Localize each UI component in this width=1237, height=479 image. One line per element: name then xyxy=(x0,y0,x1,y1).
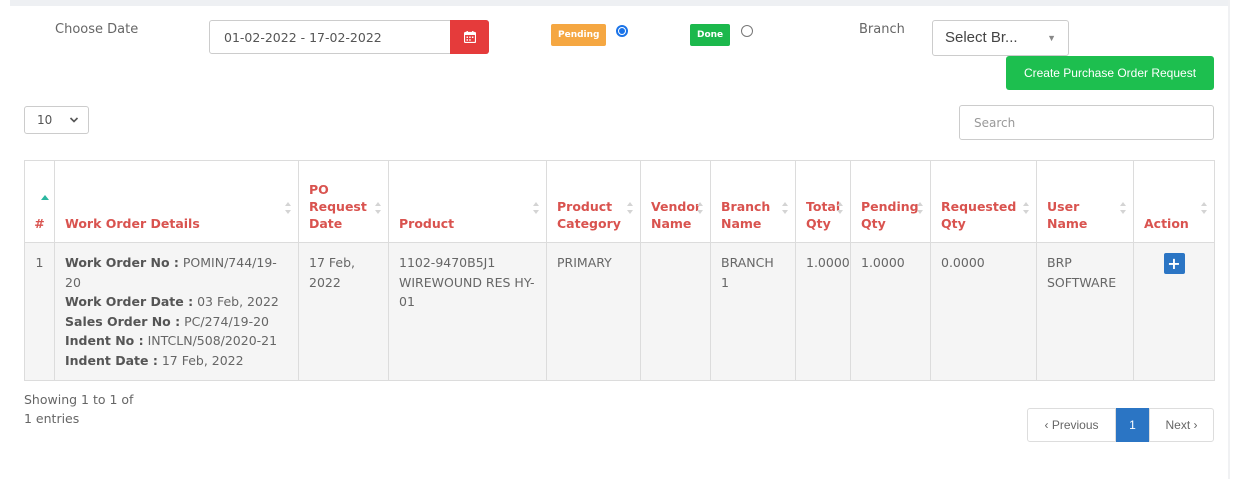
cell-pending-qty: 1.0000 xyxy=(850,242,931,381)
create-purchase-order-request-button[interactable]: Create Purchase Order Request xyxy=(1006,56,1214,90)
col-header-vendor-name[interactable]: Vendor Name xyxy=(640,160,711,243)
choose-date-label: Choose Date xyxy=(55,22,139,37)
pending-radio[interactable] xyxy=(616,25,628,37)
sales-order-no-line: Sales Order No : PC/274/19-20 xyxy=(65,313,269,329)
page-1-button[interactable]: 1 xyxy=(1116,408,1149,442)
cell-user-name: BRP SOFTWARE xyxy=(1036,242,1134,381)
right-border xyxy=(1228,0,1230,479)
work-order-no-line: Work Order No : POMIN/744/19-20 xyxy=(65,255,277,290)
purchase-order-table: # Work Order Details PO Request Date Pro… xyxy=(24,160,1215,381)
next-page-button[interactable]: Next › xyxy=(1149,408,1214,442)
page-size-select[interactable]: 10 xyxy=(24,106,89,134)
cell-work-order-details: Work Order No : POMIN/744/19-20 Work Ord… xyxy=(54,242,299,381)
previous-page-button[interactable]: ‹ Previous xyxy=(1027,408,1116,442)
cell-po-request-date: 17 Feb, 2022 xyxy=(298,242,389,381)
col-header-product[interactable]: Product xyxy=(388,160,547,243)
cell-total-qty: 1.0000 xyxy=(795,242,851,381)
cell-product: 1102-9470B5J1 WIREWOUND RES HY-01 xyxy=(388,242,547,381)
branch-select-value: Select Br... xyxy=(945,29,1018,46)
col-header-work-order-details[interactable]: Work Order Details xyxy=(54,160,299,243)
sort-icon xyxy=(1201,202,1207,214)
sort-icon xyxy=(627,202,633,214)
cell-index: 1 xyxy=(24,242,55,381)
indent-date-line: Indent Date : 17 Feb, 2022 xyxy=(65,352,244,368)
calendar-icon xyxy=(463,31,476,43)
sort-icon xyxy=(782,202,788,214)
col-header-branch-name[interactable]: Branch Name xyxy=(710,160,796,243)
sort-icon xyxy=(697,202,703,214)
cell-action: + xyxy=(1133,242,1215,381)
cell-vendor-name xyxy=(640,242,711,381)
pagination: ‹ Previous 1 Next › xyxy=(1027,408,1214,442)
entries-info: Showing 1 to 1 of 1 entries xyxy=(24,392,134,426)
sort-icon xyxy=(917,202,923,214)
work-order-date-line: Work Order Date : 03 Feb, 2022 xyxy=(65,294,279,309)
sort-asc-icon xyxy=(41,195,49,200)
dropdown-arrow-icon: ▼ xyxy=(1047,33,1056,43)
chevron-down-icon xyxy=(69,117,79,123)
cell-product-category: PRIMARY xyxy=(546,242,641,381)
sort-icon xyxy=(837,202,843,214)
search-input[interactable] xyxy=(959,105,1214,140)
date-range-value[interactable]: 01-02-2022 - 17-02-2022 xyxy=(224,30,382,45)
done-radio[interactable] xyxy=(741,25,753,37)
calendar-button[interactable] xyxy=(450,20,489,54)
sort-icon xyxy=(375,202,381,214)
pending-badge: Pending xyxy=(551,24,607,46)
cell-branch-name: BRANCH 1 xyxy=(710,242,796,381)
add-button[interactable]: + xyxy=(1163,253,1185,274)
page-size-value: 10 xyxy=(37,113,53,127)
sort-icon xyxy=(1120,202,1126,214)
sort-icon xyxy=(1023,202,1029,214)
col-header-action[interactable]: Action xyxy=(1133,160,1215,243)
col-header-user-name[interactable]: User Name xyxy=(1036,160,1134,243)
branch-label: Branch xyxy=(859,22,905,37)
col-header-pending-qty[interactable]: Pending Qty xyxy=(850,160,931,243)
top-border xyxy=(10,0,1228,6)
table-row: 1 Work Order No : POMIN/744/19-20 Work O… xyxy=(24,242,1215,381)
table-header-row: # Work Order Details PO Request Date Pro… xyxy=(24,160,1215,243)
indent-no-line: Indent No : INTCLN/508/2020-21 xyxy=(65,333,278,348)
sort-icon xyxy=(285,202,291,214)
col-header-index[interactable]: # xyxy=(24,160,55,243)
branch-select[interactable]: Select Br... ▼ xyxy=(932,20,1069,56)
col-header-requested-qty[interactable]: Requested Qty xyxy=(930,160,1037,243)
plus-icon: + xyxy=(1167,253,1181,273)
col-header-po-request-date[interactable]: PO Request Date xyxy=(298,160,389,243)
cell-requested-qty: 0.0000 xyxy=(930,242,1037,381)
col-header-total-qty[interactable]: Total Qty xyxy=(795,160,851,243)
date-range-picker[interactable]: 01-02-2022 - 17-02-2022 xyxy=(209,20,489,54)
done-badge: Done xyxy=(690,24,731,46)
sort-icon xyxy=(533,202,539,214)
col-header-product-category[interactable]: Product Category xyxy=(546,160,641,243)
